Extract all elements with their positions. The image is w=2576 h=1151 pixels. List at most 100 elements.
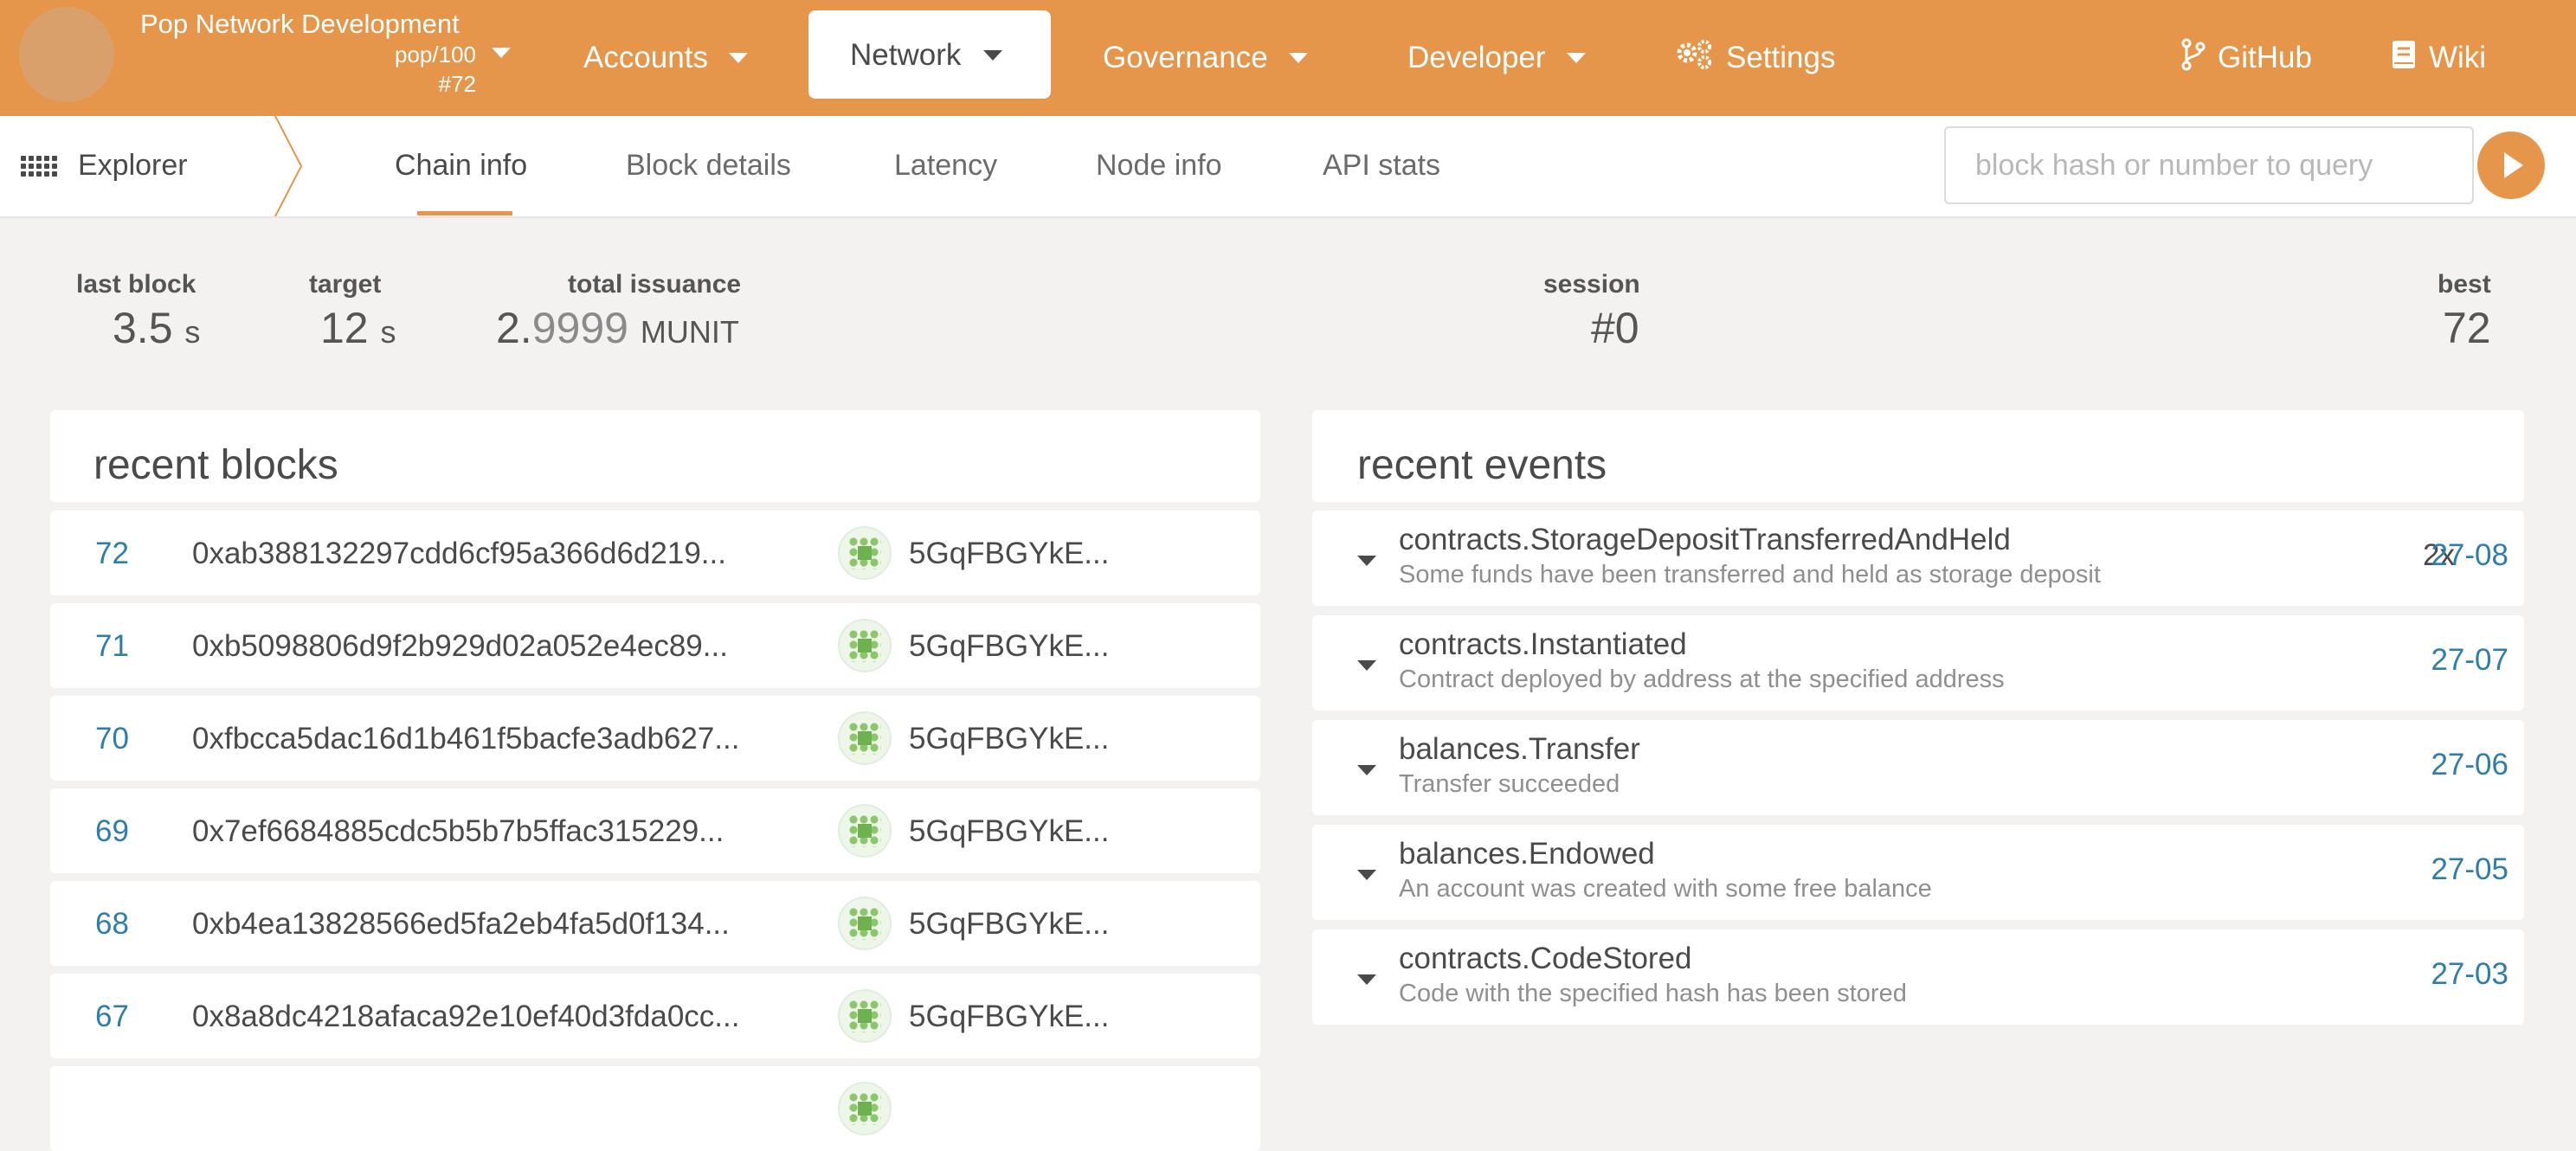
event-ref-link[interactable]: 27-05 <box>2431 852 2508 887</box>
active-tab-indicator <box>417 211 512 215</box>
list-item: contracts.Instantiated Contract deployed … <box>1312 615 2524 711</box>
list-item: contracts.StorageDepositTransferredAndHe… <box>1312 511 2524 606</box>
nav-settings[interactable]: Settings <box>1674 0 1835 116</box>
expand-chevron-down-icon[interactable] <box>1357 870 1376 880</box>
author-identicon-icon[interactable] <box>838 619 892 672</box>
block-author-link[interactable]: 5GqFBGYkE... <box>909 907 1109 942</box>
total-issuance-label: total issuance <box>568 270 742 299</box>
tab-block-details[interactable]: Block details <box>626 149 791 183</box>
author-identicon-icon[interactable] <box>838 897 892 950</box>
session-value: #0 <box>1591 304 1639 352</box>
tab-node-info[interactable]: Node info <box>1096 149 1222 183</box>
tab-chain-info[interactable]: Chain info <box>395 149 527 183</box>
tab-latency[interactable]: Latency <box>894 149 997 183</box>
event-name: contracts.Instantiated <box>1399 627 1687 661</box>
apps-grid-icon[interactable] <box>21 156 57 177</box>
nav-settings-label: Settings <box>1726 41 1836 74</box>
event-description: Code with the specified hash has been st… <box>1399 980 1907 1007</box>
query-submit-play-icon[interactable] <box>2477 132 2545 199</box>
chevron-down-icon <box>728 53 748 63</box>
event-name: balances.Transfer <box>1399 732 1640 766</box>
event-name: contracts.StorageDepositTransferredAndHe… <box>1399 523 2011 556</box>
author-identicon-icon[interactable] <box>838 1082 892 1135</box>
event-description: Contract deployed by address at the spec… <box>1399 666 2005 693</box>
block-author-link[interactable]: 5GqFBGYkE... <box>909 629 1109 664</box>
nav-accounts[interactable]: Accounts <box>583 0 748 116</box>
last-block-number: 3.5 <box>113 304 173 352</box>
recent-events-title: recent events <box>1357 442 1607 488</box>
block-number-link[interactable]: 67 <box>95 1000 129 1034</box>
block-number-link[interactable]: 72 <box>95 537 129 571</box>
event-description: An account was created with some free ba… <box>1399 875 1932 903</box>
recent-blocks-title: recent blocks <box>93 442 338 488</box>
nav-network-label-wrap[interactable]: Network <box>850 0 1003 111</box>
event-description: Some funds have been transferred and hel… <box>1399 561 2101 588</box>
block-hash-link[interactable]: 0xab388132297cdd6cf95a366d6d219... <box>192 537 726 571</box>
table-row: 72 0xab388132297cdd6cf95a366d6d219... 5GqF… <box>50 511 1260 595</box>
expand-chevron-down-icon[interactable] <box>1357 974 1376 985</box>
event-ref-link[interactable]: 27-03 <box>2431 957 2508 992</box>
table-row: 70 0xfbcca5dac16d1b461f5bacfe3adb627... 5G… <box>50 696 1260 781</box>
author-identicon-icon[interactable] <box>838 526 892 580</box>
nav-github-label: GitHub <box>2218 41 2312 74</box>
total-issuance-value: 2.9999 MUNIT <box>496 303 739 353</box>
block-query-input[interactable] <box>1944 126 2474 204</box>
total-issuance-unit: MUNIT <box>640 314 739 350</box>
event-ref-link[interactable]: 27-07 <box>2431 643 2508 678</box>
block-author-link[interactable]: 5GqFBGYkE... <box>909 722 1109 756</box>
chain-selector-chevron-down-icon[interactable] <box>492 48 511 58</box>
last-block-unit: s <box>184 314 201 350</box>
block-hash-link[interactable]: 0xfbcca5dac16d1b461f5bacfe3adb627... <box>192 722 739 756</box>
event-ref-link[interactable]: 27-06 <box>2431 748 2508 782</box>
block-hash-link[interactable]: 0xb5098806d9f2b929d02a052e4ec89... <box>192 629 728 664</box>
expand-chevron-down-icon[interactable] <box>1357 556 1376 566</box>
block-author-link[interactable]: 5GqFBGYkE... <box>909 1000 1109 1034</box>
last-block-value: 3.5 s <box>113 303 200 353</box>
block-hash-link[interactable]: 0x7ef6684885cdc5b5b7b5ffac315229... <box>192 814 724 849</box>
event-name: contracts.CodeStored <box>1399 942 1692 975</box>
block-hash-link[interactable]: 0xb4ea13828566ed5fa2eb4fa5d0f134... <box>192 907 730 942</box>
block-number-link[interactable]: 70 <box>95 722 129 756</box>
book-icon <box>2391 39 2417 78</box>
block-number-link[interactable]: 71 <box>95 629 129 664</box>
chevron-down-icon <box>1288 53 1308 63</box>
expand-chevron-down-icon[interactable] <box>1357 765 1376 775</box>
nav-wiki[interactable]: Wiki <box>2391 0 2486 116</box>
chevron-down-icon <box>983 50 1003 61</box>
block-number-link[interactable]: 68 <box>95 907 129 942</box>
breadcrumb-chevron-icon <box>274 116 303 216</box>
expand-chevron-down-icon[interactable] <box>1357 660 1376 671</box>
author-identicon-icon[interactable] <box>838 804 892 858</box>
event-ref-link[interactable]: 27-08 <box>2431 538 2508 573</box>
table-row: 71 0xb5098806d9f2b929d02a052e4ec89... 5GqF… <box>50 603 1260 688</box>
block-author-link[interactable]: 5GqFBGYkE... <box>909 537 1109 571</box>
session-label: session <box>1543 270 1640 299</box>
best-label: best <box>2438 270 2491 299</box>
block-hash-link[interactable]: 0x8a8dc4218afaca92e10ef40d3fda0cc... <box>192 1000 739 1034</box>
gears-icon <box>1674 39 1714 78</box>
chain-spec-version[interactable]: pop/100 <box>395 42 476 68</box>
event-description: Transfer succeeded <box>1399 770 1620 798</box>
author-identicon-icon[interactable] <box>838 989 892 1043</box>
best-value: 72 <box>2443 304 2491 352</box>
nav-network-label: Network <box>850 38 962 72</box>
target-value: 12 s <box>320 303 396 353</box>
nav-developer-label: Developer <box>1407 41 1546 74</box>
chain-logo[interactable] <box>19 7 114 102</box>
nav-accounts-label: Accounts <box>583 41 708 74</box>
list-item: balances.Endowed An account was created w… <box>1312 825 2524 920</box>
nav-governance[interactable]: Governance <box>1103 0 1308 116</box>
nav-governance-label: Governance <box>1103 41 1268 74</box>
chevron-down-icon <box>1566 53 1586 63</box>
nav-github[interactable]: GitHub <box>2181 0 2312 116</box>
chain-name[interactable]: Pop Network Development <box>140 9 460 40</box>
block-number-link[interactable]: 69 <box>95 814 129 849</box>
code-branch-icon <box>2181 38 2206 79</box>
tab-api-stats[interactable]: API stats <box>1323 149 1440 183</box>
top-bar: Pop Network Development pop/100 #72 Acco… <box>0 0 2576 116</box>
block-author-link[interactable]: 5GqFBGYkE... <box>909 814 1109 849</box>
total-issuance-frac: 9999 <box>531 304 628 352</box>
author-identicon-icon[interactable] <box>838 711 892 765</box>
nav-developer[interactable]: Developer <box>1407 0 1586 116</box>
last-block-label: last block <box>76 270 196 299</box>
